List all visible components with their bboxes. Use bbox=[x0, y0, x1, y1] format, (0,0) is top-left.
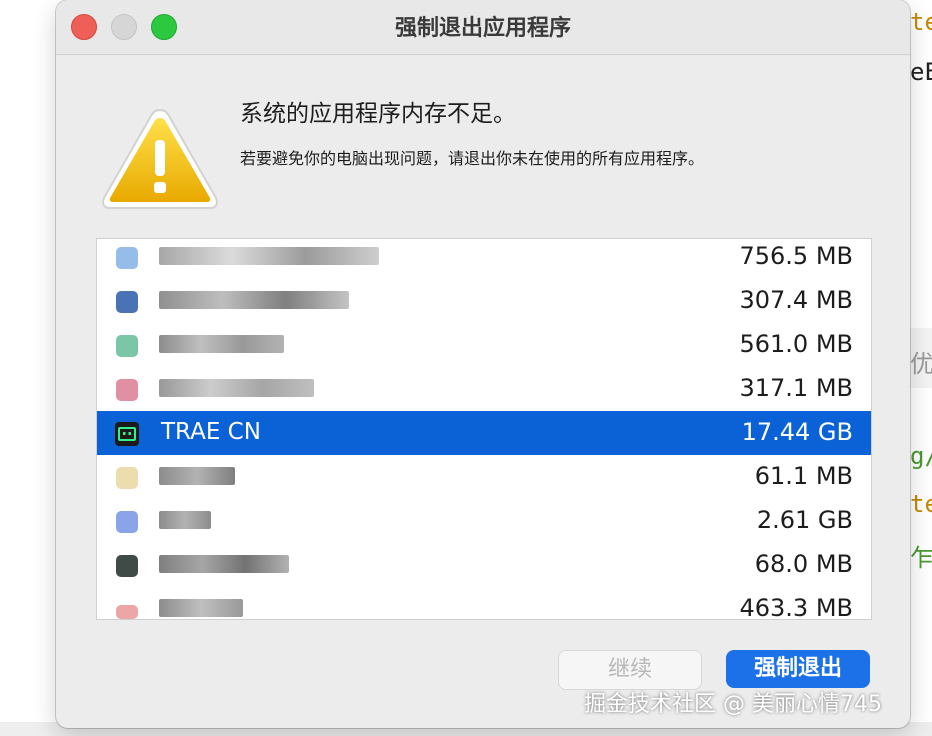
app-row[interactable]: 317.1 MB bbox=[97, 367, 871, 411]
blurred-app-icon bbox=[116, 291, 138, 313]
blurred-app-icon bbox=[116, 335, 138, 357]
blurred-app-name bbox=[159, 599, 243, 617]
app-memory: 756.5 MB bbox=[739, 242, 853, 270]
app-row[interactable]: 61.1 MB bbox=[97, 455, 871, 499]
blurred-app-name bbox=[159, 247, 379, 265]
blurred-app-icon bbox=[116, 511, 138, 533]
blurred-app-icon bbox=[116, 555, 138, 577]
alert-message: 若要避免你的电脑出现问题，请退出你未在使用的所有应用程序。 bbox=[240, 149, 705, 168]
blurred-app-icon bbox=[116, 467, 138, 489]
app-name: TRAE CN bbox=[161, 419, 261, 445]
app-memory: 463.3 MB bbox=[739, 594, 853, 620]
background-code-fragment: eE bbox=[910, 58, 932, 86]
trae-icon bbox=[115, 422, 139, 446]
blurred-app-icon bbox=[116, 605, 138, 619]
continue-button[interactable]: 继续 bbox=[558, 650, 702, 690]
background-code-fragment: 优 bbox=[910, 350, 932, 378]
app-memory: 561.0 MB bbox=[739, 330, 853, 358]
blurred-app-icon bbox=[116, 247, 138, 269]
blurred-app-name bbox=[159, 335, 284, 353]
app-row[interactable]: 756.5 MB bbox=[97, 239, 871, 279]
alert-headline: 系统的应用程序内存不足。 bbox=[240, 101, 516, 127]
window-title: 强制退出应用程序 bbox=[394, 16, 571, 41]
app-list[interactable]: 756.5 MB 307.4 MB 561.0 MB 317.1 MB TRAE… bbox=[96, 238, 872, 620]
background-code-fragment: 乍y bbox=[910, 544, 932, 572]
blurred-app-name bbox=[159, 291, 349, 309]
blurred-app-icon bbox=[116, 379, 138, 401]
app-row[interactable]: 68.0 MB bbox=[97, 543, 871, 587]
title-bar: 强制退出应用程序 bbox=[56, 0, 910, 55]
blurred-app-name bbox=[159, 379, 314, 397]
force-quit-button[interactable]: 强制退出 bbox=[726, 650, 870, 688]
app-memory: 17.44 GB bbox=[741, 418, 853, 446]
app-memory: 317.1 MB bbox=[739, 374, 853, 402]
app-memory: 307.4 MB bbox=[739, 286, 853, 314]
background-code-fragment: te bbox=[910, 490, 932, 518]
app-memory: 2.61 GB bbox=[756, 506, 853, 534]
app-row-selected[interactable]: TRAE CN 17.44 GB bbox=[97, 411, 871, 455]
app-memory: 68.0 MB bbox=[754, 550, 853, 578]
app-memory: 61.1 MB bbox=[754, 462, 853, 490]
watermark: 掘金技术社区 @ 美丽心情745 bbox=[584, 692, 882, 717]
blurred-app-name bbox=[159, 555, 289, 573]
app-row[interactable]: 561.0 MB bbox=[97, 323, 871, 367]
app-row[interactable]: 2.61 GB bbox=[97, 499, 871, 543]
app-row[interactable]: 463.3 MB bbox=[97, 587, 871, 620]
blurred-app-name bbox=[159, 511, 211, 529]
force-quit-dialog: 强制退出应用程序 系统的应用程序内存不足。 若要避免你的电脑出现问题，请退出你未… bbox=[56, 0, 910, 728]
background-code-fragment: g/ bbox=[910, 442, 932, 470]
app-row[interactable]: 307.4 MB bbox=[97, 279, 871, 323]
blurred-app-name bbox=[159, 467, 235, 485]
warning-icon bbox=[102, 108, 218, 209]
background-code-fragment: te bbox=[910, 8, 932, 36]
